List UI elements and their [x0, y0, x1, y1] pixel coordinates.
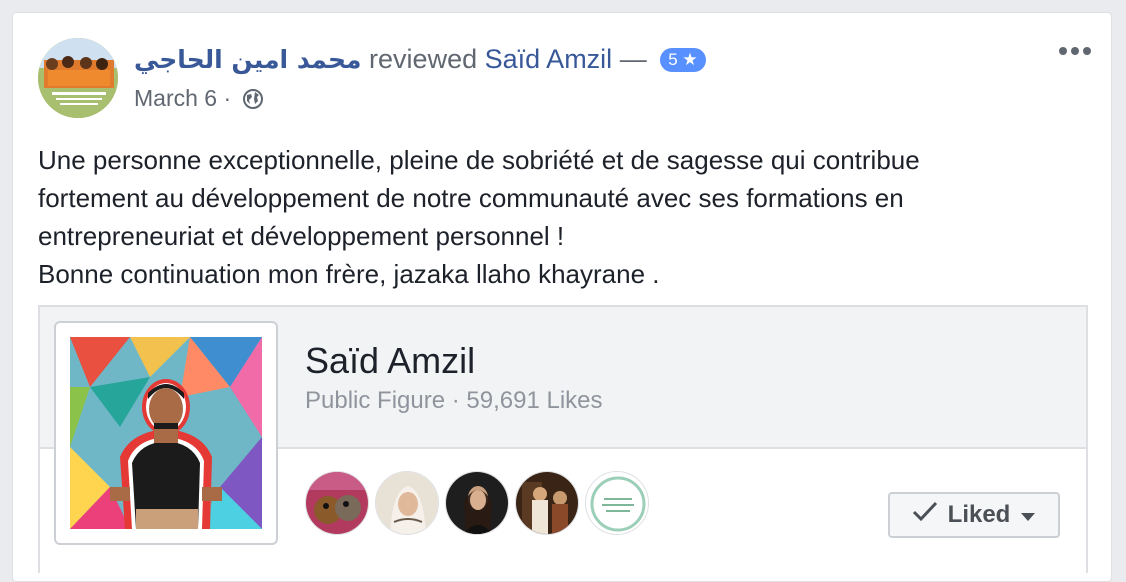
author-avatar[interactable]: [38, 38, 118, 118]
post-date-link[interactable]: March 6: [134, 85, 217, 111]
page-profile-picture[interactable]: [54, 321, 278, 545]
fan-avatar-2[interactable]: [375, 471, 439, 535]
rating-badge: 5 ★: [660, 48, 706, 72]
liked-button[interactable]: Liked: [888, 492, 1060, 538]
page-likes-count: 59,691 Likes: [466, 387, 603, 414]
meta-separator: ·: [451, 387, 460, 414]
ellipsis-icon[interactable]: [1057, 39, 1093, 63]
reviewed-page-link[interactable]: Saïd Amzil: [485, 44, 613, 74]
fan-avatar-4[interactable]: [515, 471, 579, 535]
page-attachment[interactable]: Saïd Amzil Public Figure · 59,691 Likes: [38, 305, 1088, 575]
liked-button-label: Liked: [947, 501, 1011, 528]
page-category: Public Figure: [305, 387, 446, 414]
attachment-page-meta: Public Figure · 59,691 Likes: [305, 385, 603, 417]
fan-avatar-3[interactable]: [445, 471, 509, 535]
action-text: reviewed: [369, 44, 478, 74]
page-profile-photo: [70, 337, 262, 529]
review-post-card: محمد امين الحاجي reviewed Saïd Amzil — 5…: [12, 12, 1112, 582]
attachment-page-name[interactable]: Saïd Amzil: [305, 339, 475, 383]
author-name-link[interactable]: محمد امين الحاجي: [134, 45, 362, 74]
check-icon: [912, 494, 938, 536]
review-text: Une personne exceptionnelle, pleine de s…: [38, 145, 920, 289]
fan-avatar-5[interactable]: [585, 471, 649, 535]
dash-separator: —: [619, 44, 647, 74]
globe-icon[interactable]: [242, 87, 264, 117]
caret-down-icon: [1020, 494, 1036, 536]
post-header: محمد امين الحاجي reviewed Saïd Amzil — 5…: [134, 41, 706, 78]
date-separator: ·: [223, 85, 232, 111]
post-meta: March 6 ·: [134, 83, 264, 117]
fan-avatar-1[interactable]: [305, 471, 369, 535]
